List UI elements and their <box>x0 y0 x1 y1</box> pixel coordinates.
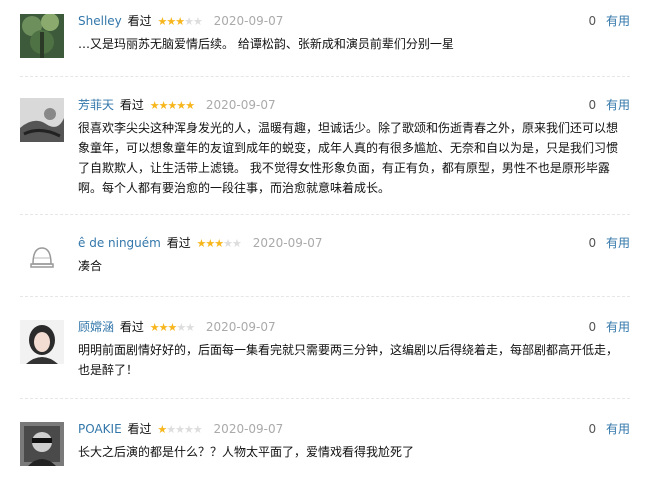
star-empty-icon: ★ <box>175 423 185 436</box>
review-date: 2020-09-07 <box>213 14 284 28</box>
watched-label: 看过 <box>127 422 152 436</box>
star-filled-icon: ★ <box>157 423 167 436</box>
vote-count: 0 <box>588 98 597 112</box>
rating-stars: ★★★★★ <box>157 15 203 29</box>
star-empty-icon: ★ <box>192 15 203 28</box>
star-empty-icon: ★ <box>184 15 194 28</box>
useful-button[interactable]: 有用 <box>606 14 630 28</box>
star-filled-icon: ★ <box>166 15 176 28</box>
review-meta: ê de ninguém 看过 ★★★★★ 2020-09-07 <box>78 236 322 251</box>
vote-count: 0 <box>588 14 597 28</box>
watched-label: 看过 <box>127 14 152 28</box>
review-date: 2020-09-07 <box>213 422 284 436</box>
review-date: 2020-09-07 <box>205 320 276 334</box>
star-filled-icon: ★ <box>185 99 195 112</box>
review-text: 明明前面剧情好好的，后面每一集看完就只需要两三分钟，这编剧以后得绕着走，每部剧都… <box>78 343 619 377</box>
author-link[interactable]: Shelley <box>78 14 122 28</box>
avatar-image-icon <box>20 320 64 364</box>
divider <box>20 296 630 297</box>
default-avatar-icon <box>20 236 64 280</box>
rating-stars: ★★★★★ <box>149 99 195 113</box>
useful-button[interactable]: 有用 <box>606 422 630 436</box>
vote-area: 0 有用 <box>589 422 630 436</box>
divider <box>20 214 630 215</box>
review-text: …又是玛丽苏无脑爱情后续。 给谭松韵、张新成和演员前辈们分别一星 <box>78 37 454 51</box>
review-meta: POAKIE 看过 ★★★★★ 2020-09-07 <box>78 422 283 437</box>
star-empty-icon: ★ <box>192 423 203 436</box>
watched-label: 看过 <box>119 98 144 112</box>
star-empty-icon: ★ <box>185 321 195 334</box>
avatar-image-icon <box>20 98 64 142</box>
review-text: 很喜欢李尖尖这种浑身发光的人，温暖有趣，坦诚话少。除了歌颂和伤逝青春之外，原来我… <box>78 121 619 195</box>
avatar[interactable] <box>20 236 64 280</box>
star-empty-icon: ★ <box>166 423 176 436</box>
star-empty-icon: ★ <box>176 321 186 334</box>
author-link[interactable]: POAKIE <box>78 422 122 436</box>
review-meta: 芳菲天 看过 ★★★★★ 2020-09-07 <box>78 98 276 113</box>
review-text: 长大之后演的都是什么？？人物太平面了，爱情戏看得我尬死了 <box>78 445 415 459</box>
watched-label: 看过 <box>119 320 144 334</box>
rating-stars: ★★★★★ <box>157 423 203 437</box>
rating-stars: ★★★★★ <box>149 321 195 335</box>
avatar[interactable] <box>20 14 64 58</box>
star-filled-icon: ★ <box>176 99 186 112</box>
watched-label: 看过 <box>166 236 191 250</box>
avatar[interactable] <box>20 422 64 466</box>
star-filled-icon: ★ <box>205 237 215 250</box>
useful-button[interactable]: 有用 <box>606 236 630 250</box>
star-filled-icon: ★ <box>149 99 160 112</box>
avatar-image-icon <box>20 422 64 466</box>
rating-stars: ★★★★★ <box>197 237 242 251</box>
star-filled-icon: ★ <box>167 99 177 112</box>
useful-button[interactable]: 有用 <box>606 320 630 334</box>
star-empty-icon: ★ <box>223 237 233 250</box>
divider <box>20 76 630 77</box>
star-empty-icon: ★ <box>232 237 242 250</box>
author-link[interactable]: 芳菲天 <box>78 98 114 112</box>
avatar-image-icon <box>20 14 64 58</box>
review-date: 2020-09-07 <box>205 98 276 112</box>
vote-count: 0 <box>588 236 597 250</box>
star-filled-icon: ★ <box>214 237 224 250</box>
vote-area: 0 有用 <box>589 236 630 250</box>
avatar[interactable] <box>20 98 64 142</box>
vote-count: 0 <box>588 320 597 334</box>
avatar[interactable] <box>20 320 64 364</box>
review-date: 2020-09-07 <box>252 236 323 250</box>
vote-area: 0 有用 <box>589 320 630 334</box>
vote-area: 0 有用 <box>589 98 630 112</box>
star-filled-icon: ★ <box>149 321 160 334</box>
star-filled-icon: ★ <box>175 15 185 28</box>
star-filled-icon: ★ <box>167 321 177 334</box>
star-empty-icon: ★ <box>183 423 194 436</box>
vote-count: 0 <box>588 422 597 436</box>
divider <box>20 398 630 399</box>
review-meta: Shelley 看过 ★★★★★ 2020-09-07 <box>78 14 283 29</box>
author-link[interactable]: 顾嫦涵 <box>78 320 114 334</box>
review-text: 凑合 <box>78 259 103 273</box>
star-filled-icon: ★ <box>157 15 167 28</box>
author-link[interactable]: ê de ninguém <box>78 236 161 250</box>
review-meta: 顾嫦涵 看过 ★★★★★ 2020-09-07 <box>78 320 276 335</box>
vote-area: 0 有用 <box>589 14 630 28</box>
useful-button[interactable]: 有用 <box>606 98 630 112</box>
